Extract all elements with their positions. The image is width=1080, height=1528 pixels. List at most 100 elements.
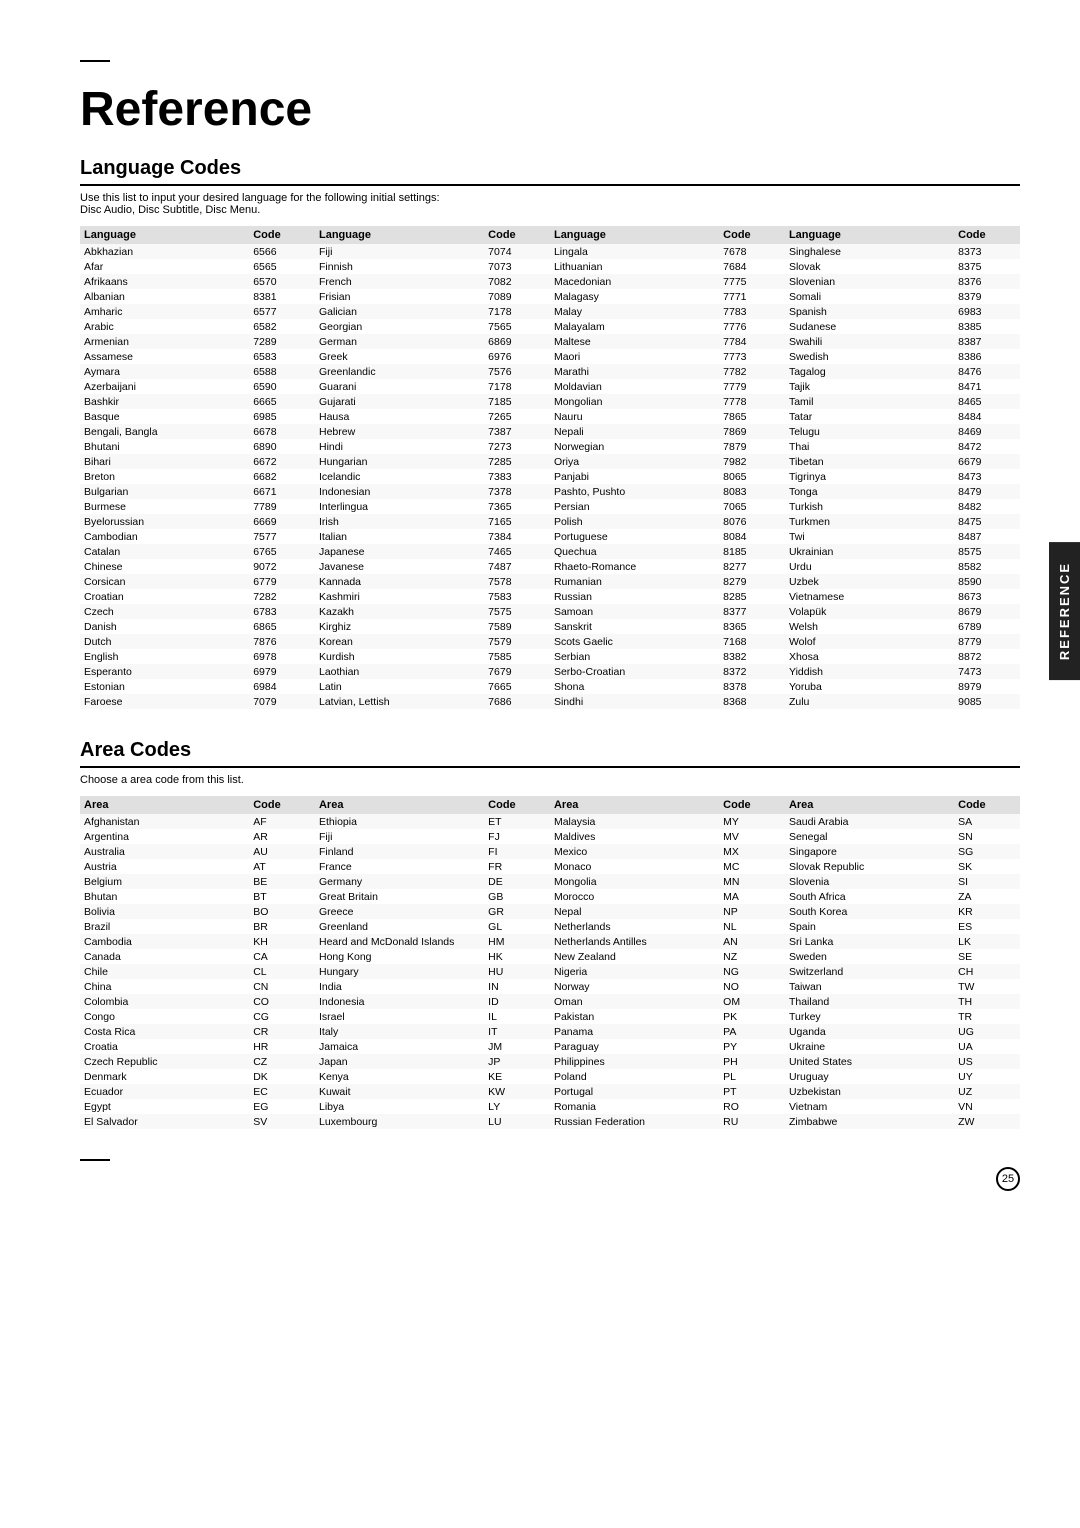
area-cell: Sri Lanka xyxy=(785,934,954,949)
area-cell: Afghanistan xyxy=(80,814,249,829)
language-cell: Nauru xyxy=(550,409,719,424)
area-cell: Austria xyxy=(80,859,249,874)
area-cell: Netherlands Antilles xyxy=(550,934,719,949)
area-cell: Canada xyxy=(80,949,249,964)
language-cell: Bengali, Bangla xyxy=(80,424,249,439)
language-table-row: Chinese9072Javanese7487Rhaeto-Romance827… xyxy=(80,559,1020,574)
language-cell: Telugu xyxy=(785,424,954,439)
language-cell: Abkhazian xyxy=(80,244,249,259)
language-cell: German xyxy=(315,334,484,349)
area-cell: South Africa xyxy=(785,889,954,904)
area-cell: ZW xyxy=(954,1114,1020,1129)
language-cell: 8476 xyxy=(954,364,1020,379)
area-cell: LK xyxy=(954,934,1020,949)
language-cell: 8385 xyxy=(954,319,1020,334)
area-cell: MY xyxy=(719,814,785,829)
language-cell: Burmese xyxy=(80,499,249,514)
lang-col-4-header: Language xyxy=(785,226,954,244)
language-cell: 8083 xyxy=(719,484,785,499)
language-cell: 8373 xyxy=(954,244,1020,259)
language-cell: Spanish xyxy=(785,304,954,319)
language-table-row: Danish6865Kirghiz7589Sanskrit8365Welsh67… xyxy=(80,619,1020,634)
language-cell: 7273 xyxy=(484,439,550,454)
area-cell: Netherlands xyxy=(550,919,719,934)
language-table-header: Language Code Language Code Language Cod… xyxy=(80,226,1020,244)
language-cell: 7089 xyxy=(484,289,550,304)
area-cell: Great Britain xyxy=(315,889,484,904)
area-cell: CG xyxy=(249,1009,315,1024)
language-cell: 7771 xyxy=(719,289,785,304)
area-cell: SN xyxy=(954,829,1020,844)
language-cell: 7679 xyxy=(484,664,550,679)
language-cell: 7776 xyxy=(719,319,785,334)
area-cell: Saudi Arabia xyxy=(785,814,954,829)
language-cell: 7383 xyxy=(484,469,550,484)
language-cell: 8365 xyxy=(719,619,785,634)
language-cell: 7879 xyxy=(719,439,785,454)
area-table-row: ArgentinaARFijiFJMaldivesMVSenegalSN xyxy=(80,829,1020,844)
language-cell: Malay xyxy=(550,304,719,319)
language-cell: Rumanian xyxy=(550,574,719,589)
area-cell: NP xyxy=(719,904,785,919)
area-cell: NL xyxy=(719,919,785,934)
area-table-row: ColombiaCOIndonesiaIDOmanOMThailandTH xyxy=(80,994,1020,1009)
language-cell: 7684 xyxy=(719,259,785,274)
language-cell: Thai xyxy=(785,439,954,454)
language-cell: Greenlandic xyxy=(315,364,484,379)
area-cell: Zimbabwe xyxy=(785,1114,954,1129)
language-cell: Macedonian xyxy=(550,274,719,289)
area-cell: China xyxy=(80,979,249,994)
language-cell: Kazakh xyxy=(315,604,484,619)
area-cell: OM xyxy=(719,994,785,1009)
language-cell: 6765 xyxy=(249,544,315,559)
language-cell: 8472 xyxy=(954,439,1020,454)
area-cell: EG xyxy=(249,1099,315,1114)
language-cell: Moldavian xyxy=(550,379,719,394)
language-cell: Hungarian xyxy=(315,454,484,469)
area-cell: Malaysia xyxy=(550,814,719,829)
area-cell: IL xyxy=(484,1009,550,1024)
area-cell: Ecuador xyxy=(80,1084,249,1099)
language-cell: 7869 xyxy=(719,424,785,439)
language-table-row: Dutch7876Korean7579Scots Gaelic7168Wolof… xyxy=(80,634,1020,649)
language-cell: Laothian xyxy=(315,664,484,679)
area-cell: Kuwait xyxy=(315,1084,484,1099)
language-cell: 8076 xyxy=(719,514,785,529)
area-table-row: BhutanBTGreat BritainGBMoroccoMASouth Af… xyxy=(80,889,1020,904)
area-cell: KW xyxy=(484,1084,550,1099)
language-table-row: Esperanto6979Laothian7679Serbo-Croatian8… xyxy=(80,664,1020,679)
area-col-4-header: Area xyxy=(785,796,954,814)
language-cell: 7265 xyxy=(484,409,550,424)
language-cell: Finnish xyxy=(315,259,484,274)
area-cell: GB xyxy=(484,889,550,904)
language-cell: Tajik xyxy=(785,379,954,394)
area-cell: CA xyxy=(249,949,315,964)
area-cell: Costa Rica xyxy=(80,1024,249,1039)
area-table-row: Czech RepublicCZJapanJPPhilippinesPHUnit… xyxy=(80,1054,1020,1069)
language-table-row: English6978Kurdish7585Serbian8382Xhosa88… xyxy=(80,649,1020,664)
area-cell: HR xyxy=(249,1039,315,1054)
area-cell: KH xyxy=(249,934,315,949)
area-cell: ZA xyxy=(954,889,1020,904)
area-cell: PH xyxy=(719,1054,785,1069)
language-table-row: Aymara6588Greenlandic7576Marathi7782Taga… xyxy=(80,364,1020,379)
area-cell: Uganda xyxy=(785,1024,954,1039)
language-table-row: Abkhazian6566Fiji7074Lingala7678Singhale… xyxy=(80,244,1020,259)
area-cell: SI xyxy=(954,874,1020,889)
area-cell: Czech Republic xyxy=(80,1054,249,1069)
area-cell: RO xyxy=(719,1099,785,1114)
language-cell: 6588 xyxy=(249,364,315,379)
area-cell: DK xyxy=(249,1069,315,1084)
language-cell: 8679 xyxy=(954,604,1020,619)
area-cell: Colombia xyxy=(80,994,249,1009)
area-cell: Ukraine xyxy=(785,1039,954,1054)
language-table-row: Cambodian7577Italian7384Portuguese8084Tw… xyxy=(80,529,1020,544)
language-cell: 7473 xyxy=(954,664,1020,679)
language-cell: Azerbaijani xyxy=(80,379,249,394)
side-tab: REFERENCE xyxy=(1049,541,1080,679)
language-table-row: Basque6985Hausa7265Nauru7865Tatar8484 xyxy=(80,409,1020,424)
area-cell: VN xyxy=(954,1099,1020,1114)
language-cell: Norwegian xyxy=(550,439,719,454)
area-cell: MA xyxy=(719,889,785,904)
language-table-row: Bashkir6665Gujarati7185Mongolian7778Tami… xyxy=(80,394,1020,409)
